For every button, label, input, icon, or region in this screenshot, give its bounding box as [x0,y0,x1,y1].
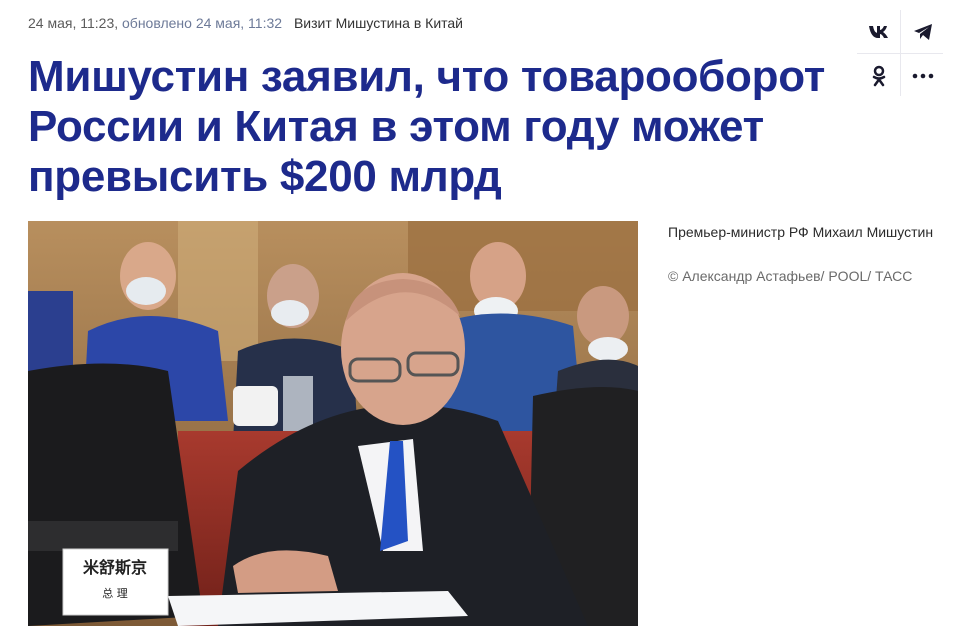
vk-share-button[interactable] [857,10,900,53]
publish-date: 24 мая, 11:23, [28,15,119,31]
vk-icon [868,25,888,38]
photo-illustration: 米舒斯京 总 理 [28,221,638,626]
telegram-share-button[interactable] [901,10,944,53]
article-title: Мишустин заявил, что товарооборот России… [28,52,825,201]
photo-caption: Премьер-министр РФ Михаил Мишустин [668,224,934,240]
story-tag-link[interactable]: Визит Мишустина в Китай [294,15,463,31]
article-photo[interactable]: 米舒斯京 总 理 [28,221,638,626]
updated-date: обновлено 24 мая, 11:32 [122,15,283,31]
article-meta: 24 мая, 11:23, обновлено 24 мая, 11:32 В… [28,15,463,31]
nameplate-name: 米舒斯京 [83,558,147,577]
telegram-icon [913,23,932,40]
photo-credit: © Александр Астафьев/ POOL/ ТАСС [668,268,913,284]
nameplate-title: 总 理 [102,586,128,600]
